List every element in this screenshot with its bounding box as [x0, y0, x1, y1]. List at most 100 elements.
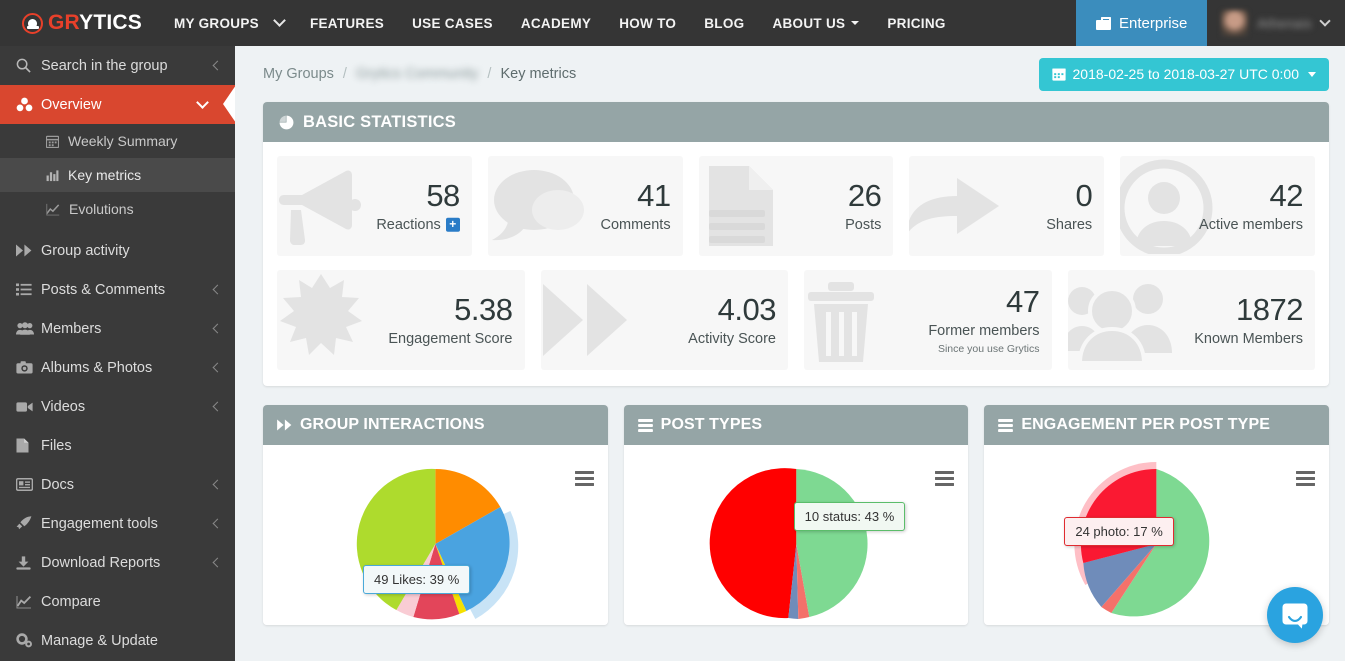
pie-chart-icon — [279, 115, 294, 130]
download-icon — [16, 555, 41, 570]
breadcrumb-group-name[interactable]: Grytics Community — [356, 66, 478, 82]
stat-card-activity-score[interactable]: 4.03 Activity Score — [540, 270, 788, 370]
breadcrumb-my-groups[interactable]: My Groups — [263, 66, 334, 82]
sidebar-item-docs[interactable]: Docs — [0, 465, 235, 504]
plus-badge-icon[interactable]: + — [445, 218, 460, 232]
stats-row-2: 5.38 Engagement Score 4.03 Activity Scor… — [277, 270, 1315, 370]
chat-bubble-icon — [1281, 602, 1309, 629]
stat-card-active-members-label: Active members — [1199, 218, 1303, 233]
sidebar: Search in the group Overview Weekly Summ… — [0, 46, 235, 661]
intercom-chat-launcher[interactable] — [1267, 587, 1323, 643]
group-icon — [1067, 277, 1178, 363]
stat-card-comments[interactable]: 41 Comments — [487, 156, 683, 256]
sidebar-item-files[interactable]: Files — [0, 426, 235, 465]
stat-card-known-members-label: Known Members — [1194, 332, 1303, 347]
chevron-left-icon — [212, 401, 223, 412]
user-name: Athenais — [1257, 15, 1312, 31]
nav-features[interactable]: FEATURES — [296, 0, 398, 46]
group-interactions-chart[interactable]: 49 Likes: 39 % — [263, 445, 608, 625]
users-icon — [16, 322, 41, 335]
stat-card-engagement-score[interactable]: 5.38 Engagement Score — [277, 270, 525, 370]
sidebar-item-manage-update[interactable]: Manage & Update — [0, 621, 235, 660]
nav-right-group: Enterprise Athenais — [1076, 0, 1345, 46]
sidebar-item-manage-update-label: Manage & Update — [41, 632, 158, 649]
stat-card-known-members[interactable]: 1872 Known Members — [1067, 270, 1315, 370]
nav-about-us[interactable]: ABOUT US — [758, 0, 873, 46]
stat-card-shares-label: Shares — [1046, 218, 1092, 233]
sidebar-item-albums-photos[interactable]: Albums & Photos — [0, 348, 235, 387]
video-icon — [16, 401, 41, 413]
nav-blog[interactable]: BLOG — [690, 0, 758, 46]
stat-card-comments-text: 41 Comments — [600, 180, 671, 233]
chevron-left-icon — [212, 518, 223, 529]
sidebar-item-engagement-tools[interactable]: Engagement tools — [0, 504, 235, 543]
stat-label-text: Reactions — [376, 216, 441, 233]
sidebar-item-download-reports[interactable]: Download Reports — [0, 543, 235, 582]
stat-label-text: Shares — [1046, 216, 1093, 233]
stat-card-shares[interactable]: 0 Shares — [909, 156, 1105, 256]
nav-pricing[interactable]: PRICING — [873, 0, 959, 46]
group-interactions-title: GROUP INTERACTIONS — [300, 416, 485, 433]
basic-statistics-header: BASIC STATISTICS — [263, 102, 1329, 142]
basic-statistics-panel: BASIC STATISTICS 58 Reactions + 41 Comme… — [263, 102, 1329, 386]
stat-card-reactions[interactable]: 58 Reactions + — [277, 156, 472, 256]
post-types-title: POST TYPES — [660, 416, 763, 433]
brand-wordmark: GRYTICS — [48, 11, 142, 35]
top-navigation-bar: GRYTICS MY GROUPS FEATURES USE CASES ACA… — [0, 0, 1345, 46]
sidebar-item-compare[interactable]: Compare — [0, 582, 235, 621]
sidebar-item-posts-comments[interactable]: Posts & Comments — [0, 270, 235, 309]
sidebar-subitem-weekly-summary[interactable]: Weekly Summary — [0, 124, 235, 158]
sidebar-item-group-activity[interactable]: Group activity — [0, 231, 235, 270]
post-types-chart[interactable]: 10 status: 43 % — [623, 445, 969, 625]
sidebar-subitem-key-metrics[interactable]: Key metrics — [0, 158, 235, 192]
stat-card-former-members-sub: Since you use Grytics — [937, 342, 1040, 355]
sidebar-item-engagement-tools-label: Engagement tools — [41, 515, 158, 532]
date-range-picker[interactable]: 2018-02-25 to 2018-03-27 UTC 0:00 — [1038, 57, 1329, 91]
stat-card-shares-value: 0 — [1075, 177, 1093, 213]
sidebar-subitem-evolutions[interactable]: Evolutions — [0, 192, 235, 226]
stat-label-text: Former members — [928, 323, 1040, 339]
sidebar-item-members-label: Members — [41, 320, 102, 337]
stat-card-former-members-label: Former members — [928, 324, 1039, 339]
stat-card-shares-text: 0 Shares — [1046, 180, 1092, 233]
engagement-per-post-type-title: ENGAGEMENT PER POST TYPE — [1021, 416, 1271, 433]
stat-card-reactions-value: 58 — [426, 177, 460, 213]
nav-use-cases[interactable]: USE CASES — [398, 0, 507, 46]
nav-how-to[interactable]: HOW TO — [605, 0, 690, 46]
stat-card-posts[interactable]: 26 Posts — [698, 156, 894, 256]
nav-my-groups-chevron-down-icon[interactable] — [273, 0, 296, 46]
nav-my-groups[interactable]: MY GROUPS — [160, 0, 273, 46]
avatar — [1221, 9, 1249, 37]
bar-chart-icon — [46, 169, 59, 182]
main-nav-links: MY GROUPS FEATURES USE CASES ACADEMY HOW… — [160, 0, 960, 46]
stat-card-active-members[interactable]: 42 Active members — [1120, 156, 1315, 256]
calendar-icon — [1051, 67, 1066, 81]
grytics-logo-icon — [22, 12, 43, 34]
sidebar-item-overview[interactable]: Overview — [0, 85, 235, 124]
stat-card-activity-score-text: 4.03 Activity Score — [688, 294, 776, 347]
search-icon — [16, 58, 41, 73]
sidebar-item-videos[interactable]: Videos — [0, 387, 235, 426]
sidebar-search-label: Search in the group — [41, 57, 168, 74]
starburst-icon — [277, 272, 371, 368]
stat-card-former-members[interactable]: 47 Former members Since you use Grytics — [804, 270, 1052, 370]
sidebar-item-compare-label: Compare — [41, 593, 101, 610]
stat-label-text: Engagement Score — [388, 330, 513, 347]
sidebar-subitem-evolutions-label: Evolutions — [69, 201, 134, 217]
overview-icon — [16, 97, 41, 112]
enterprise-button[interactable]: Enterprise — [1076, 0, 1208, 46]
chevron-down-icon — [1308, 71, 1316, 77]
sidebar-item-overview-label: Overview — [41, 96, 102, 113]
sidebar-search-in-the-group[interactable]: Search in the group — [0, 46, 235, 85]
sidebar-item-members[interactable]: Members — [0, 309, 235, 348]
user-menu[interactable]: Athenais — [1207, 0, 1345, 46]
enterprise-label: Enterprise — [1119, 14, 1188, 32]
chevron-down-icon — [1319, 15, 1331, 27]
chevron-left-icon — [212, 479, 223, 490]
sidebar-item-videos-label: Videos — [41, 398, 86, 415]
nav-academy[interactable]: ACADEMY — [507, 0, 605, 46]
brand-logo[interactable]: GRYTICS — [0, 0, 160, 46]
chevron-down-icon — [851, 21, 860, 25]
stat-label-text: Active members — [1199, 216, 1303, 233]
sidebar-item-posts-comments-label: Posts & Comments — [41, 281, 166, 298]
